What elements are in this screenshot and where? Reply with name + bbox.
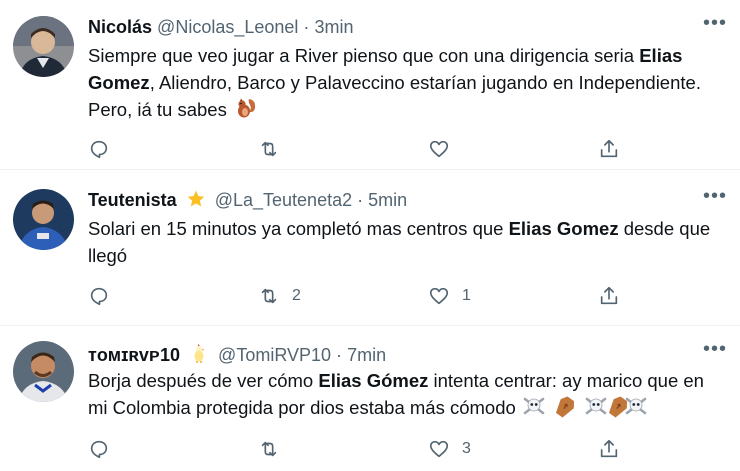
retweet-icon: [261, 441, 277, 457]
like-count: 3: [462, 440, 471, 457]
share-icon: [600, 286, 618, 305]
handle[interactable]: @La_Teuteneta2: [215, 190, 352, 210]
tweet[interactable]: Nicolás @Nicolas_Leonel · 3min ••• Siemp…: [0, 0, 740, 170]
reply-icon: [90, 287, 108, 306]
tweet[interactable]: Teutenista @La_Teuteneta2 · 5min ••• Sol…: [0, 170, 740, 326]
share-icon: [600, 439, 618, 458]
avatar-image: [13, 189, 74, 250]
separator-dot: ·: [336, 345, 343, 365]
separator-dot: ·: [357, 190, 364, 210]
retweet-button[interactable]: [258, 436, 292, 462]
squirrel-emoji: [234, 96, 258, 127]
timestamp[interactable]: 5min: [368, 190, 407, 210]
avatar[interactable]: [13, 16, 74, 77]
reply-button[interactable]: [88, 436, 122, 462]
reply-icon: [90, 440, 108, 459]
retweet-count: 2: [292, 287, 301, 304]
tweet-text: Solari en 15 minutos ya completó mas cen…: [88, 215, 720, 269]
highlight-text: Elias Gómez: [318, 370, 429, 391]
avatar-image: [13, 341, 74, 402]
reply-button[interactable]: [88, 283, 122, 309]
display-name[interactable]: ᴛᴏᴍɪʀᴠᴘ10: [88, 345, 180, 365]
share-button[interactable]: [598, 436, 620, 462]
skull-crossbones-coffin-emojis: [523, 396, 647, 425]
handle[interactable]: @TomiRVP10: [218, 345, 331, 365]
text-segment: Borja después de ver cómo: [88, 370, 319, 391]
more-options-icon[interactable]: •••: [702, 186, 728, 211]
heart-icon: [429, 440, 449, 458]
share-button[interactable]: [598, 136, 620, 162]
more-options-icon[interactable]: •••: [702, 339, 728, 364]
tweet-text: Borja después de ver cómo Elias Gómez in…: [88, 367, 720, 425]
star-emoji: [186, 189, 206, 214]
text-segment: Siempre que veo jugar a River pienso que…: [88, 45, 640, 66]
retweet-icon: [261, 288, 277, 304]
display-name[interactable]: Teutenista: [88, 190, 177, 210]
retweet-button[interactable]: 2: [258, 283, 301, 309]
timestamp[interactable]: 7min: [347, 345, 386, 365]
highlight-text: Elias Gomez: [508, 218, 619, 239]
separator-dot: ·: [303, 17, 310, 37]
retweet-button[interactable]: [258, 136, 292, 162]
tweet[interactable]: ᴛᴏᴍɪʀᴠᴘ10 @TomiRVP10 · 7min ••• Borja de…: [0, 326, 740, 471]
share-icon: [600, 139, 618, 158]
tweet-text: Siempre que veo jugar a River pienso que…: [88, 42, 720, 127]
heart-icon: [429, 140, 449, 158]
more-options-icon[interactable]: •••: [702, 13, 728, 38]
avatar[interactable]: [13, 189, 74, 250]
like-count: 1: [462, 287, 471, 304]
chicken-emoji: [189, 342, 209, 369]
share-button[interactable]: [598, 283, 620, 309]
display-name[interactable]: Nicolás: [88, 17, 152, 37]
text-segment: , Aliendro, Barco y Palaveccino estarían…: [88, 72, 701, 120]
reply-icon: [90, 140, 108, 159]
avatar[interactable]: [13, 341, 74, 402]
heart-icon: [429, 287, 449, 305]
like-button[interactable]: [428, 136, 462, 162]
handle[interactable]: @Nicolas_Leonel: [157, 17, 298, 37]
retweet-icon: [261, 141, 277, 157]
timestamp[interactable]: 3min: [314, 17, 353, 37]
text-segment: Solari en 15 minutos ya completó mas cen…: [88, 218, 509, 239]
like-button[interactable]: 1: [428, 283, 471, 309]
reply-button[interactable]: [88, 136, 122, 162]
like-button[interactable]: 3: [428, 436, 471, 462]
avatar-image: [13, 16, 74, 77]
